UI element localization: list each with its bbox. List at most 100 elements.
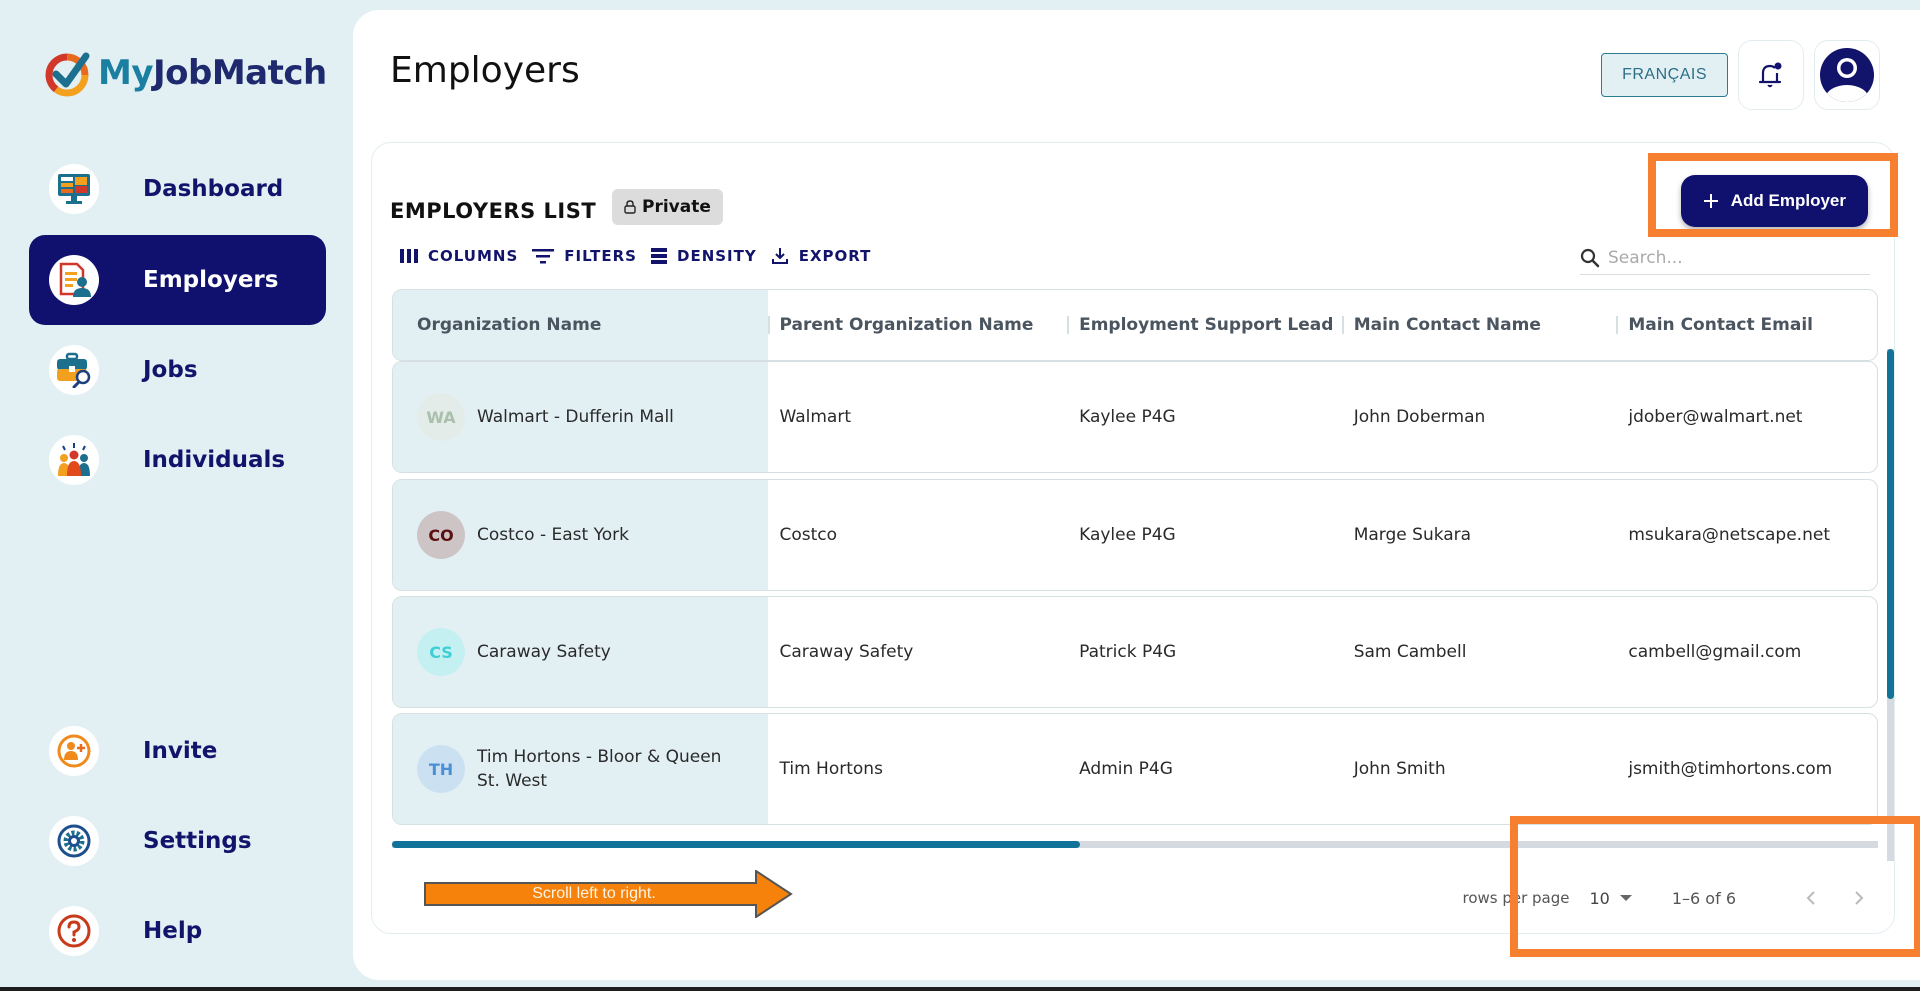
- chevron-left-icon: [1806, 891, 1815, 905]
- organization-name: Caraway Safety: [477, 642, 611, 662]
- brand-name: MyJobMatch: [98, 53, 327, 93]
- next-page-button[interactable]: [1844, 883, 1874, 913]
- org-avatar: WA: [417, 393, 465, 441]
- contact-name-cell: John Doberman: [1353, 407, 1486, 427]
- pagination-range: 1–6 of 6: [1671, 888, 1736, 908]
- column-header-parent-organization[interactable]: Parent Organization Name: [767, 290, 1068, 360]
- sidebar-item-invite[interactable]: Invite: [29, 706, 326, 796]
- language-button[interactable]: FRANÇAIS: [1601, 53, 1728, 97]
- rows-per-page-label: rows per page: [1462, 889, 1570, 907]
- sidebar: MyJobMatch Dashboard Employers Jobs Indi…: [0, 0, 350, 987]
- contact-email-cell: msukara@netscape.net: [1628, 525, 1830, 545]
- sidebar-item-label: Dashboard: [143, 176, 284, 202]
- sidebar-item-label: Help: [143, 918, 203, 944]
- table-row[interactable]: CO Costco - East York Costco Kaylee P4G …: [392, 479, 1878, 591]
- organization-name: Walmart - Dufferin Mall: [477, 407, 674, 427]
- table-row[interactable]: TH Tim Hortons - Bloor & Queen St. West …: [392, 713, 1878, 825]
- notifications-button[interactable]: [1738, 40, 1804, 110]
- sidebar-item-label: Employers: [143, 267, 279, 293]
- main-panel: Employers FRANÇAIS EMPLOYERS LIST Privat…: [353, 10, 1920, 980]
- organization-cell: CS Caraway Safety: [393, 597, 768, 707]
- sidebar-item-dashboard[interactable]: Dashboard: [29, 144, 326, 234]
- support-lead-cell: Patrick P4G: [1079, 642, 1177, 662]
- support-lead-cell: Admin P4G: [1079, 759, 1173, 779]
- logo[interactable]: MyJobMatch: [44, 48, 327, 98]
- sidebar-item-jobs[interactable]: Jobs: [29, 325, 326, 415]
- add-employer-button[interactable]: Add Employer: [1680, 175, 1868, 227]
- organization-name: Costco - East York: [477, 525, 629, 545]
- columns-button[interactable]: COLUMNS: [400, 247, 518, 265]
- org-avatar: CS: [417, 628, 465, 676]
- employers-table: Organization Name Parent Organization Na…: [392, 289, 1878, 829]
- list-title: EMPLOYERS LIST: [390, 199, 597, 223]
- employers-icon: [49, 255, 99, 305]
- invite-icon: [49, 726, 99, 776]
- taskbar-edge: [0, 987, 1920, 991]
- contact-email-cell: jdober@walmart.net: [1628, 407, 1803, 427]
- support-lead-cell: Kaylee P4G: [1079, 407, 1176, 427]
- parent-organization-cell: Costco: [779, 525, 838, 545]
- sidebar-item-help[interactable]: Help: [29, 886, 326, 976]
- dropdown-arrow-icon: [1619, 895, 1632, 901]
- sidebar-item-employers[interactable]: Employers: [29, 235, 326, 325]
- chevron-right-icon: [1855, 891, 1864, 905]
- sidebar-item-label: Settings: [143, 828, 252, 854]
- table-row[interactable]: CS Caraway Safety Caraway Safety Patrick…: [392, 596, 1878, 708]
- bell-icon: [1758, 62, 1782, 88]
- rows-per-page-select[interactable]: 10: [1590, 889, 1632, 908]
- previous-page-button[interactable]: [1796, 883, 1826, 913]
- search-input[interactable]: [1608, 247, 1838, 268]
- column-header-contact-email[interactable]: Main Contact Email: [1616, 290, 1877, 360]
- profile-button[interactable]: [1814, 40, 1880, 110]
- org-avatar: CO: [417, 511, 465, 559]
- page-title: Employers: [390, 50, 580, 91]
- filters-button[interactable]: FILTERS: [532, 247, 637, 265]
- account-icon: [1820, 48, 1874, 102]
- density-icon: [651, 248, 667, 264]
- column-header-support-lead[interactable]: Employment Support Lead: [1067, 290, 1342, 360]
- contact-name-cell: John Smith: [1353, 759, 1446, 779]
- sidebar-item-individuals[interactable]: Individuals: [29, 415, 326, 505]
- download-icon: [771, 248, 788, 264]
- sidebar-item-settings[interactable]: Settings: [29, 796, 326, 886]
- settings-icon: [49, 816, 99, 866]
- contact-email-cell: cambell@gmail.com: [1628, 642, 1802, 662]
- horizontal-scrollbar-thumb[interactable]: [392, 841, 1080, 848]
- lock-icon: [624, 200, 636, 214]
- dashboard-icon: [49, 164, 99, 214]
- pagination: rows per page 10 1–6 of 6: [1462, 883, 1874, 913]
- organization-name: Tim Hortons - Bloor & Queen St. West: [477, 747, 722, 791]
- scroll-hint-arrow: Scroll left to right.: [424, 869, 794, 919]
- plus-icon: [1703, 194, 1718, 208]
- export-button[interactable]: EXPORT: [771, 247, 872, 265]
- contact-name-cell: Marge Sukara: [1353, 525, 1472, 545]
- search-field: [1580, 241, 1870, 275]
- column-header-contact-name[interactable]: Main Contact Name: [1341, 290, 1617, 360]
- grid-toolbar: COLUMNS FILTERS DENSITY EXPORT: [400, 247, 871, 265]
- private-badge: Private: [612, 189, 723, 225]
- table-row[interactable]: WA Walmart - Dufferin Mall Walmart Kayle…: [392, 361, 1878, 473]
- logo-check-icon: [45, 52, 90, 97]
- parent-organization-cell: Walmart: [779, 407, 852, 427]
- vertical-scrollbar-thumb[interactable]: [1887, 349, 1894, 699]
- table-header: Organization Name Parent Organization Na…: [392, 289, 1878, 361]
- top-bar: FRANÇAIS: [1601, 40, 1880, 110]
- search-icon: [1580, 248, 1600, 267]
- organization-cell: TH Tim Hortons - Bloor & Queen St. West: [393, 714, 768, 824]
- scroll-hint-text: Scroll left to right.: [532, 885, 656, 902]
- parent-organization-cell: Caraway Safety: [779, 642, 914, 662]
- help-icon: [49, 906, 99, 956]
- jobs-icon: [49, 345, 99, 395]
- organization-cell: WA Walmart - Dufferin Mall: [393, 362, 768, 472]
- sidebar-item-label: Invite: [143, 738, 218, 764]
- filter-icon: [532, 249, 555, 264]
- columns-icon: [400, 249, 418, 263]
- contact-name-cell: Sam Cambell: [1353, 642, 1467, 662]
- support-lead-cell: Kaylee P4G: [1079, 525, 1176, 545]
- organization-cell: CO Costco - East York: [393, 480, 768, 590]
- employers-list-card: EMPLOYERS LIST Private Add Employer COLU…: [371, 142, 1920, 957]
- org-avatar: TH: [417, 745, 465, 793]
- individuals-icon: [49, 435, 99, 485]
- density-button[interactable]: DENSITY: [651, 247, 757, 265]
- column-header-organization[interactable]: Organization Name: [393, 290, 768, 360]
